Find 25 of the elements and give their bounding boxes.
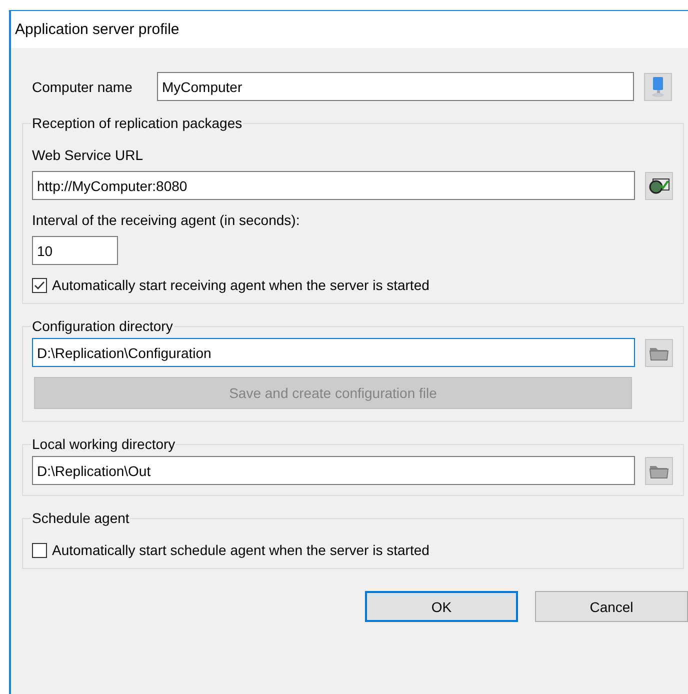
window-title: Application server profile <box>11 11 688 48</box>
group-title: Schedule agent <box>31 510 130 526</box>
group-title: Local working directory <box>31 436 176 452</box>
field-label: Computer name <box>32 78 134 94</box>
globe-check-icon <box>648 176 670 194</box>
group-title: Reception of replication packages <box>31 115 244 131</box>
ok-button[interactable]: OK <box>365 591 518 622</box>
test-connection-button[interactable] <box>645 172 673 200</box>
input-field[interactable]: http://MyComputer:8080 <box>32 171 635 200</box>
input-field[interactable]: D:\Replication\Out <box>32 456 635 485</box>
input-field[interactable]: MyComputer <box>157 72 634 101</box>
checkbox[interactable] <box>32 542 47 558</box>
field-label: Web Service URL <box>32 147 144 163</box>
field-label: Interval of the receiving agent (in seconds): <box>32 212 301 228</box>
cancel-button[interactable]: Cancel <box>535 591 688 622</box>
input-field[interactable]: D:\Replication\Configuration <box>32 338 635 367</box>
checkbox[interactable] <box>32 278 47 292</box>
browse-button[interactable] <box>645 338 673 366</box>
input-field[interactable]: 10 <box>32 236 118 265</box>
computer-button[interactable] <box>644 72 672 100</box>
computer-icon <box>651 76 665 98</box>
browse-button[interactable] <box>645 456 673 484</box>
checkbox-label: Automatically start receiving agent when the server is started <box>52 277 430 293</box>
group-title: Configuration directory <box>31 318 174 334</box>
checkbox-label: Automatically start schedule agent when the server is started <box>52 542 430 558</box>
